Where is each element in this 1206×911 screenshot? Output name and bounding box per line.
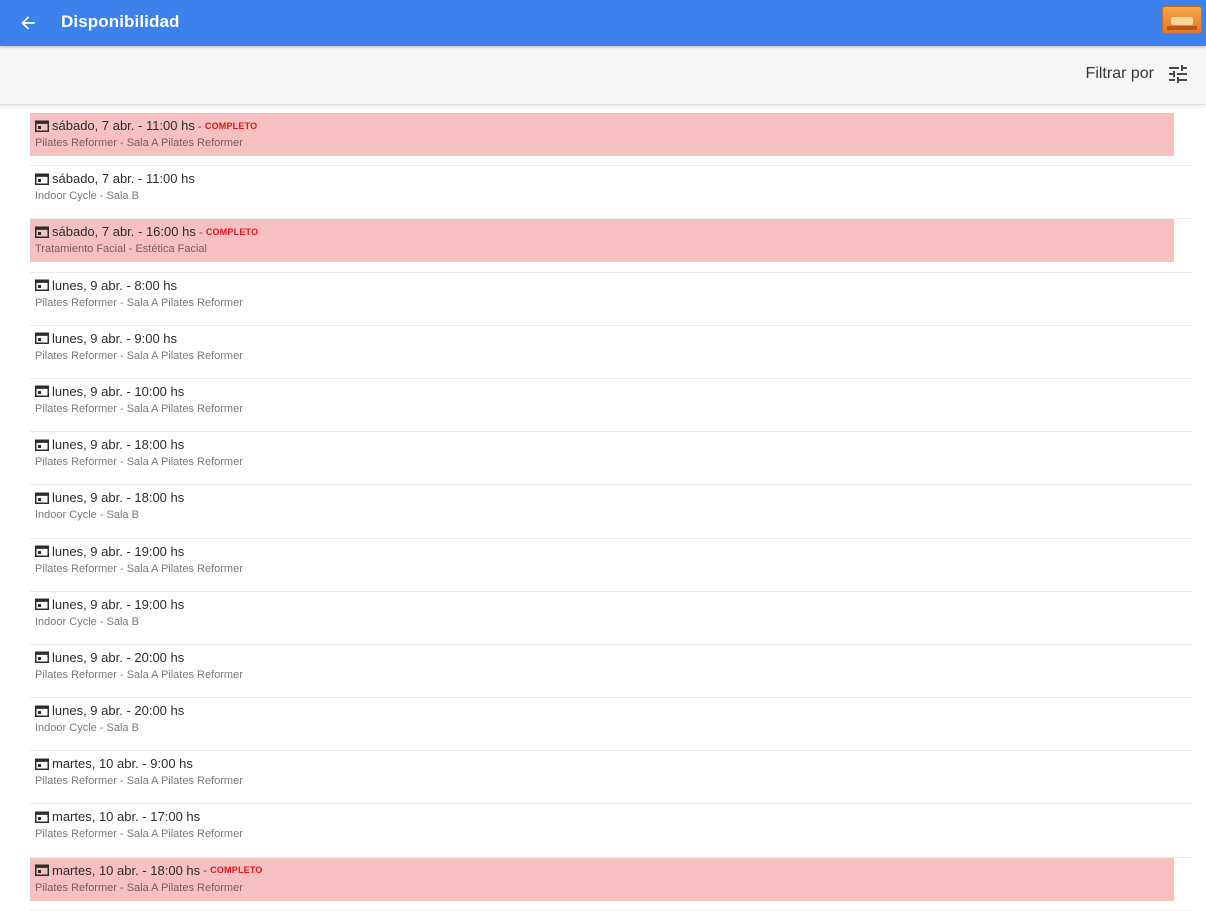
calendar-icon xyxy=(35,598,49,611)
slot-datetime: martes, 10 abr. - 9:00 hs xyxy=(52,756,193,772)
list-item[interactable]: martes, 10 abr. - 9:00 hs Pilates Reforme… xyxy=(30,751,1192,805)
slot-detail: Pilates Reformer - Sala A Pilates Reform… xyxy=(35,137,243,149)
slot-header: lunes, 9 abr. - 9:00 hs xyxy=(35,331,177,346)
slot-datetime: lunes, 9 abr. - 20:00 hs xyxy=(52,649,185,665)
slot-header: sábado, 7 abr. - 16:00 hs - COMPLETO xyxy=(35,224,258,239)
calendar-icon xyxy=(35,439,49,451)
calendar-icon xyxy=(35,492,49,504)
arrow-back-icon xyxy=(21,16,35,30)
slot-detail: Pilates Reformer - Sala A Pilates Reform… xyxy=(35,402,243,415)
list-item[interactable]: martes, 10 abr. - 17:00 hs Pilates Reform… xyxy=(30,804,1192,858)
slot-datetime: lunes, 9 abr. - 18:00 hs xyxy=(52,437,185,453)
list-item[interactable]: lunes, 9 abr. - 8:00 hs Pilates Reformer … xyxy=(30,273,1192,326)
slot-datetime: sábado, 7 abr. - 16:00 hs xyxy=(52,224,196,240)
slot-header: lunes, 9 abr. - 18:00 hs xyxy=(35,490,184,505)
slot-detail: Pilates Reformer - Sala A Pilates Reform… xyxy=(35,296,243,309)
filter-button[interactable]: Filtrar por xyxy=(1086,62,1190,86)
calendar-icon xyxy=(35,705,49,717)
list-item[interactable]: sábado, 7 abr. - 11:00 hs - COMPLETO Pilate… xyxy=(30,113,1192,167)
slot-datetime: lunes, 9 abr. - 9:00 hs xyxy=(52,330,178,346)
calendar-icon xyxy=(35,864,49,877)
slot-header: lunes, 9 abr. - 10:00 hs xyxy=(35,384,184,399)
list-item[interactable]: lunes, 9 abr. - 10:00 hs Pilates Reformer… xyxy=(30,379,1192,433)
slot-header: lunes, 9 abr. - 8:00 hs xyxy=(35,278,177,293)
status-badge: COMPLETO xyxy=(210,865,263,876)
status-badge: COMPLETO xyxy=(205,226,259,237)
slot-header: lunes, 9 abr. - 18:00 hs xyxy=(35,437,184,452)
filter-label: Filtrar por xyxy=(1085,65,1154,82)
availability-list: sábado, 7 abr. - 11:00 hs - COMPLETO Pilate… xyxy=(30,113,1192,911)
list-item[interactable]: martes, 10 abr. - 18:00 hs - COMPLETO Pilat… xyxy=(30,857,1192,911)
list-item[interactable]: lunes, 9 abr. - 20:00 hs Pilates Reformer… xyxy=(30,645,1192,699)
slot-datetime: lunes, 9 abr. - 20:00 hs xyxy=(52,703,185,719)
slot-detail: Pilates Reformer - Sala A Pilates Reform… xyxy=(35,349,243,362)
calendar-icon xyxy=(35,545,49,557)
calendar-icon xyxy=(35,651,49,664)
slot-header: martes, 10 abr. - 17:00 hs xyxy=(35,809,200,824)
calendar-icon xyxy=(35,120,49,132)
back-button[interactable] xyxy=(14,9,42,37)
slot-header: martes, 10 abr. - 9:00 hs xyxy=(35,756,193,771)
separator: - xyxy=(197,118,202,133)
list-item[interactable]: lunes, 9 abr. - 19:00 hs Indoor Cycle - S… xyxy=(30,592,1192,645)
list-item[interactable]: lunes, 9 abr. - 18:00 hs Indoor Cycle - S… xyxy=(30,485,1192,539)
calendar-icon xyxy=(35,173,49,185)
slot-header: sábado, 7 abr. - 11:00 hs - COMPLETO xyxy=(35,118,257,133)
calendar-icon xyxy=(35,758,49,770)
slot-header: martes, 10 abr. - 18:00 hs - COMPLETO xyxy=(35,863,263,878)
app-bar: Disponibilidad xyxy=(0,0,1206,46)
calendar-icon xyxy=(35,279,49,292)
slot-detail: Indoor Cycle - Sala B xyxy=(35,190,139,203)
slot-datetime: martes, 10 abr. - 17:00 hs xyxy=(52,809,201,825)
slot-detail: Pilates Reformer - Sala A Pilates Reform… xyxy=(35,456,243,469)
tune-icon xyxy=(1169,65,1187,83)
list-item[interactable]: sábado, 7 abr. - 11:00 hs Indoor Cycle - … xyxy=(30,166,1192,220)
slot-detail: Indoor Cycle - Sala B xyxy=(35,722,139,735)
list-item[interactable]: lunes, 9 abr. - 18:00 hs Pilates Reformer… xyxy=(30,432,1192,486)
slot-detail: Pilates Reformer - Sala A Pilates Reform… xyxy=(35,668,243,681)
slot-detail: Pilates Reformer - Sala A Pilates Reform… xyxy=(35,881,243,894)
slot-datetime: lunes, 9 abr. - 19:00 hs xyxy=(52,596,185,612)
app-logo[interactable] xyxy=(1162,6,1202,34)
filter-bar: Filtrar por xyxy=(0,46,1206,105)
calendar-icon xyxy=(35,226,49,238)
slot-header: lunes, 9 abr. - 20:00 hs xyxy=(35,703,184,718)
calendar-icon xyxy=(35,332,49,345)
slot-detail: Tratamiento Facial - Estética Facial xyxy=(35,243,207,256)
slot-detail: Indoor Cycle - Sala B xyxy=(35,615,139,628)
slot-header: sábado, 7 abr. - 11:00 hs xyxy=(35,171,195,186)
slot-detail: Pilates Reformer - Sala A Pilates Reform… xyxy=(35,775,243,788)
page-title: Disponibilidad xyxy=(61,12,180,31)
calendar-icon xyxy=(35,385,49,398)
slot-datetime: lunes, 9 abr. - 10:00 hs xyxy=(52,383,185,399)
slot-datetime: lunes, 9 abr. - 18:00 hs xyxy=(52,490,185,506)
slot-datetime: sábado, 7 abr. - 11:00 hs xyxy=(52,118,195,133)
slot-detail: Indoor Cycle - Sala B xyxy=(35,509,139,522)
list-item[interactable]: sábado, 7 abr. - 16:00 hs - COMPLETO Tratam… xyxy=(30,219,1192,273)
slot-header: lunes, 9 abr. - 20:00 hs xyxy=(35,650,184,665)
separator: - xyxy=(203,863,208,878)
separator: - xyxy=(198,224,203,239)
slot-datetime: lunes, 9 abr. - 19:00 hs xyxy=(52,543,185,559)
slot-header: lunes, 9 abr. - 19:00 hs xyxy=(35,597,184,612)
status-badge: COMPLETO xyxy=(204,120,258,131)
list-item[interactable]: lunes, 9 abr. - 19:00 hs Pilates Reformer… xyxy=(30,539,1192,592)
slot-datetime: sábado, 7 abr. - 11:00 hs xyxy=(52,171,195,187)
calendar-icon xyxy=(35,811,49,823)
slot-detail: Pilates Reformer - Sala A Pilates Reform… xyxy=(35,828,243,841)
list-item[interactable]: lunes, 9 abr. - 9:00 hs Pilates Reformer … xyxy=(30,326,1192,379)
slot-datetime: martes, 10 abr. - 18:00 hs xyxy=(52,862,201,878)
slot-detail: Pilates Reformer - Sala A Pilates Reform… xyxy=(35,562,243,575)
list-item[interactable]: lunes, 9 abr. - 20:00 hs Indoor Cycle - S… xyxy=(30,698,1192,752)
slot-header: lunes, 9 abr. - 19:00 hs xyxy=(35,544,184,559)
slot-datetime: lunes, 9 abr. - 8:00 hs xyxy=(52,277,178,293)
